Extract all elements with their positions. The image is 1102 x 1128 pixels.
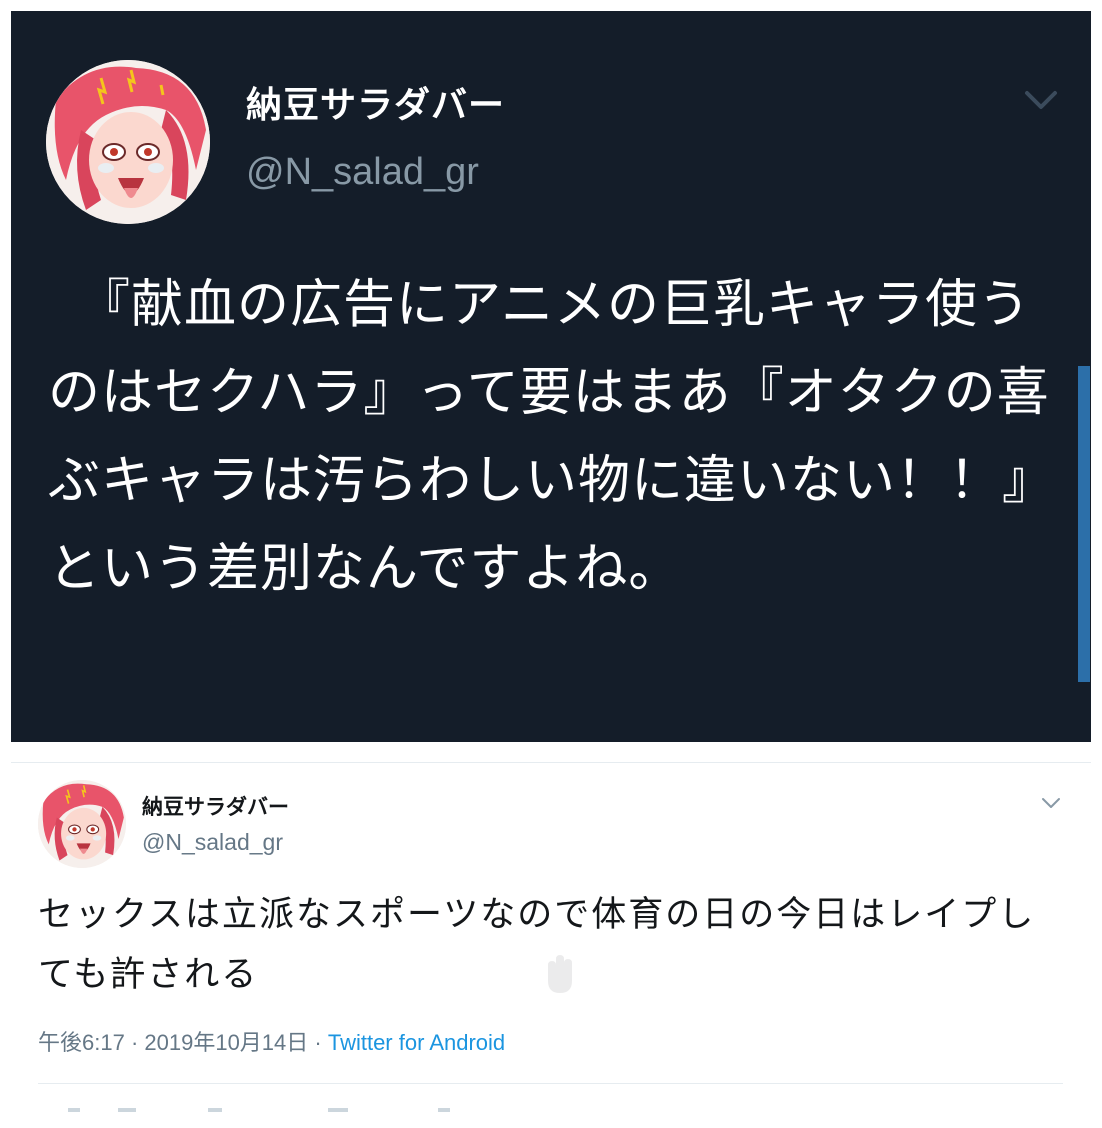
avatar[interactable] (38, 780, 126, 868)
tweet-card-light: 納豆サラダバー @N_salad_gr セックスは立派なスポーツなので体育の日の… (11, 762, 1091, 1128)
tweet-source-link[interactable]: Twitter for Android (328, 1030, 505, 1055)
display-name[interactable]: 納豆サラダバー (246, 76, 505, 128)
tweet-text: 『献血の広告にアニメの巨乳キャラ使うのはセクハラ』って要はまあ『オタクの喜ぶキャ… (48, 275, 1056, 599)
tweet-date[interactable]: 2019年10月14日 (144, 1030, 308, 1055)
tweet-meta: 午後6:17 · 2019年10月14日 · Twitter for Andro… (38, 1025, 505, 1057)
display-name[interactable]: 納豆サラダバー (142, 791, 289, 821)
user-handle[interactable]: @N_salad_gr (246, 151, 479, 194)
faint-hand-icon (548, 955, 572, 993)
meta-separator: · (124, 1030, 145, 1055)
chevron-down-icon[interactable] (1039, 791, 1063, 815)
divider (38, 1083, 1063, 1084)
avatar-illustration (46, 60, 210, 224)
avatar-illustration (38, 780, 126, 868)
chevron-down-icon[interactable] (1021, 79, 1061, 119)
meta-separator: · (308, 1030, 328, 1055)
user-handle[interactable]: @N_salad_gr (142, 829, 283, 856)
avatar[interactable] (46, 60, 210, 224)
scrollbar[interactable] (1078, 366, 1090, 682)
cropped-content-fragments (38, 1108, 1038, 1118)
tweet-time[interactable]: 午後6:17 (38, 1030, 125, 1055)
tweet-card-dark: 納豆サラダバー @N_salad_gr 『献血の広告にアニメの巨乳キャラ使うのは… (11, 11, 1091, 742)
